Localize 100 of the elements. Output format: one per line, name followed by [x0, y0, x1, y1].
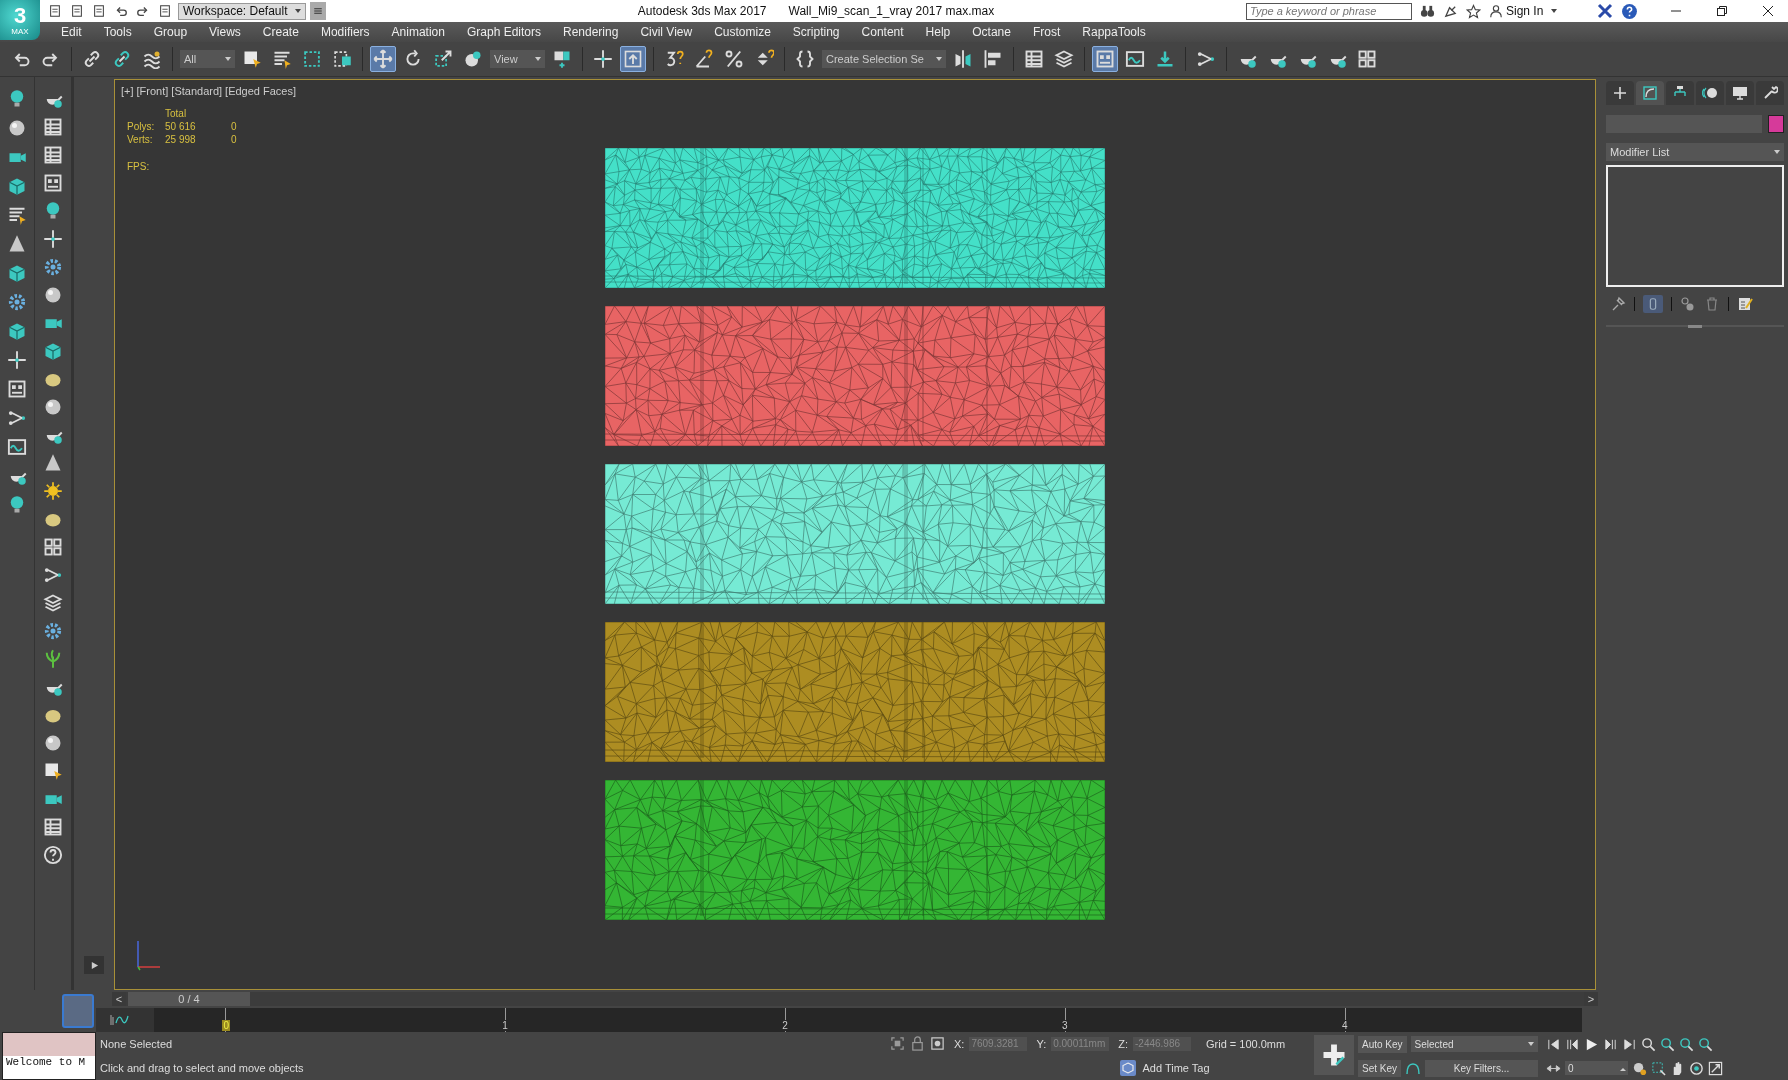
viewport-label[interactable]: [Front] [136, 85, 169, 97]
go-to-end-icon[interactable] [1622, 1036, 1637, 1052]
next-frame-icon[interactable] [1603, 1036, 1618, 1052]
hierarchy-tab[interactable] [1666, 81, 1694, 105]
dropdown[interactable]: All [180, 50, 235, 68]
track-bar[interactable]: 0 1 2 3 4 [154, 1008, 1582, 1032]
menu-item[interactable]: Animation [380, 25, 456, 39]
star-icon[interactable] [1466, 3, 1481, 19]
current-frame-field[interactable]: 0 [1565, 1061, 1628, 1075]
display-tab[interactable] [1726, 81, 1754, 105]
menu-item[interactable]: Modifiers [309, 25, 381, 39]
menu-item[interactable]: Help [914, 25, 962, 39]
dropdown[interactable]: Create Selection Se [822, 50, 946, 68]
motion-tab[interactable] [1696, 81, 1724, 105]
modifier-stack[interactable] [1606, 165, 1784, 287]
menu-item[interactable]: Group [142, 25, 199, 39]
plant-icon[interactable] [43, 649, 63, 669]
time-slider-thumb[interactable]: 0 / 4 [128, 992, 250, 1006]
menu-item[interactable]: Views [198, 25, 252, 39]
menu-item[interactable]: Graph Editors [455, 25, 552, 39]
menu-item[interactable]: Civil View [629, 25, 704, 39]
ribbon-icon[interactable] [1092, 46, 1118, 72]
help-icon[interactable] [1621, 2, 1638, 20]
menu-item[interactable]: Octane [961, 25, 1022, 39]
viewport[interactable]: [+] [Front] [Standard] [Edged Faces] Total Polys: 50 616 0 Verts: 25 998 0 FPS: [114, 79, 1596, 990]
grid-icon[interactable] [43, 537, 63, 557]
layers-icon[interactable] [43, 593, 63, 613]
key-tangent-icon[interactable] [1405, 1060, 1422, 1076]
select-icon[interactable] [43, 761, 63, 781]
menu-item[interactable]: Scripting [781, 25, 851, 39]
previous-frame-icon[interactable] [1565, 1036, 1580, 1052]
cone-icon[interactable] [7, 234, 27, 254]
play-icon[interactable] [84, 956, 104, 974]
table-icon[interactable] [43, 817, 63, 837]
move-icon[interactable] [370, 46, 396, 72]
key-filters-button[interactable]: Key Filters... [1425, 1059, 1538, 1077]
node-graph-icon[interactable] [43, 565, 63, 585]
gear-icon[interactable] [43, 257, 63, 277]
arrow-box-icon[interactable] [620, 46, 646, 72]
menu-item[interactable]: Rendering [552, 25, 630, 39]
box-icon[interactable] [7, 321, 27, 341]
menu-item[interactable]: Create [251, 25, 310, 39]
time-slider[interactable]: < 0 / 4 > [112, 992, 1598, 1006]
sun-icon[interactable] [43, 481, 63, 501]
resize-grip[interactable] [1688, 324, 1702, 328]
close-icon[interactable] [1762, 5, 1774, 17]
zoom-region-icon[interactable] [1651, 1060, 1666, 1076]
curve-icon[interactable] [7, 437, 27, 457]
zoom-all-icon[interactable] [1660, 1036, 1675, 1052]
box-icon[interactable] [7, 176, 27, 196]
configure-icon[interactable] [1737, 296, 1753, 312]
pin-icon[interactable] [1610, 296, 1626, 312]
viewport-label[interactable]: [Edged Faces] [225, 85, 297, 97]
table-icon[interactable] [43, 117, 63, 137]
utilities-tab[interactable] [1756, 81, 1784, 105]
modify-tab[interactable] [1636, 81, 1664, 105]
create-tab[interactable] [1606, 81, 1634, 105]
play-icon[interactable] [1584, 1036, 1599, 1052]
gear-icon[interactable] [43, 621, 63, 641]
panel-icon[interactable] [43, 173, 63, 193]
table-icon[interactable] [43, 145, 63, 165]
sign-in-menu[interactable]: Sign In [1489, 4, 1589, 18]
add-time-tag-button[interactable]: Add Time Tag [1120, 1059, 1210, 1076]
list-icon[interactable] [7, 205, 27, 225]
workspace-dropdown[interactable]: Workspace: Default [178, 2, 306, 20]
modifier-list-dropdown[interactable]: Modifier List [1606, 143, 1784, 161]
sphere-icon[interactable] [43, 733, 63, 753]
viewport-label[interactable]: [Standard] [171, 85, 223, 97]
maximize-icon[interactable] [1708, 1060, 1723, 1076]
sphere-icon[interactable] [43, 397, 63, 417]
menu-item[interactable]: Tools [92, 25, 143, 39]
cone-icon[interactable] [43, 453, 63, 473]
viewport-label[interactable]: [+] [121, 85, 134, 97]
lock-icon[interactable] [910, 1036, 925, 1052]
set-key-button[interactable]: Set Key [1358, 1059, 1402, 1077]
menu-item[interactable]: Edit [50, 25, 93, 39]
panel-icon[interactable] [7, 379, 27, 399]
box-icon[interactable] [43, 341, 63, 361]
menu-item[interactable]: Customize [703, 25, 782, 39]
zoom-icon[interactable] [1641, 1036, 1656, 1052]
sphere-icon[interactable] [7, 118, 27, 138]
help-icon[interactable] [43, 845, 63, 865]
crosshair-icon[interactable] [7, 350, 27, 370]
orbit-icon[interactable] [1689, 1060, 1704, 1076]
maxscript-listener[interactable]: Welcome to M [2, 1032, 96, 1080]
search-field[interactable]: Type a keyword or phrase [1246, 2, 1412, 20]
go-to-start-icon[interactable] [1546, 1036, 1561, 1052]
restore-icon[interactable] [1716, 5, 1728, 17]
gear-icon[interactable] [7, 292, 27, 312]
object-color-swatch[interactable] [1768, 115, 1784, 133]
menu-item[interactable]: Content [850, 25, 915, 39]
menu-item[interactable]: Frost [1021, 25, 1072, 39]
zoom-extents-icon[interactable] [1679, 1036, 1694, 1052]
curve-toggle-icon[interactable] [110, 1013, 130, 1027]
dropdown[interactable]: View [490, 50, 545, 68]
trash-icon[interactable] [1704, 296, 1720, 312]
crosshair-icon[interactable] [43, 229, 63, 249]
sphere-icon[interactable] [43, 285, 63, 305]
node-graph-icon[interactable] [7, 408, 27, 428]
key-mode-dropdown[interactable]: Selected [1410, 1036, 1538, 1052]
